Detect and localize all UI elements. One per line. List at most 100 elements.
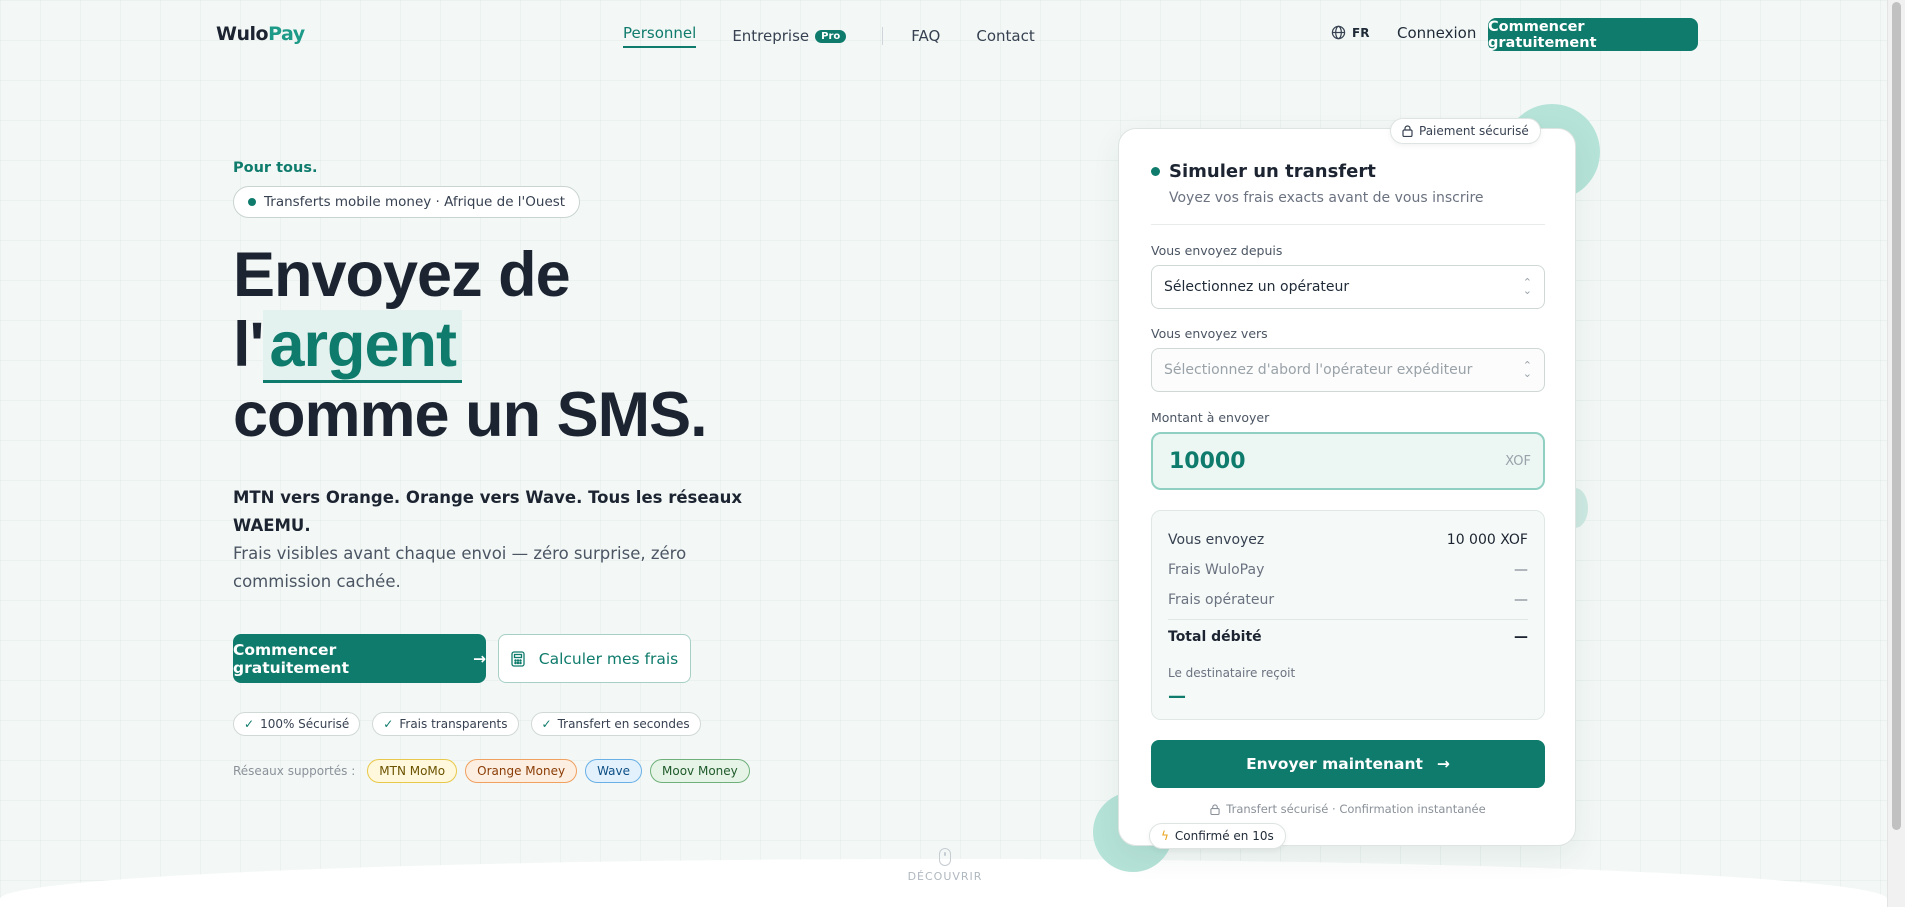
nav-faq[interactable]: FAQ [911, 27, 940, 45]
chevron-up-down-icon: ⌃ ⌄ [1522, 276, 1532, 297]
divider [1151, 224, 1545, 225]
lock-icon [1402, 125, 1413, 137]
network-mtn: MTN MoMo [367, 759, 458, 783]
simulator-footer-text: Transfert sécurisé · Confirmation instan… [1226, 802, 1486, 816]
currency-label: XOF [1505, 453, 1531, 469]
trust-chip: ✓ Transfert en secondes [530, 712, 701, 736]
nav-entreprise-label: Entreprise [732, 27, 810, 45]
recipient-receives-value: — [1168, 686, 1186, 707]
arrow-right-icon: → [1436, 755, 1450, 773]
scrollbar-thumb[interactable] [1892, 2, 1901, 830]
confirmed-badge-label: Confirmé en 10s [1174, 829, 1274, 843]
amount-input[interactable]: 10000 XOF [1151, 432, 1545, 490]
title-dot [1151, 167, 1160, 176]
main-nav: Personnel Entreprise Pro FAQ Contact [623, 24, 1071, 48]
calculate-fees-button[interactable]: Calculer mes frais [498, 634, 691, 683]
network-wave: Wave [585, 759, 643, 783]
from-operator-label: Vous envoyez depuis [1151, 243, 1283, 258]
secure-payment-badge: Paiement sécurisé [1390, 118, 1541, 144]
hero-title-highlight: argent [263, 310, 463, 383]
start-free-button[interactable]: Commencer gratuitement → [233, 634, 486, 683]
mouse-icon [939, 848, 951, 866]
hero-tag: Transferts mobile money · Afrique de l'O… [233, 186, 581, 218]
language-switcher[interactable]: FR [1331, 25, 1369, 40]
from-operator-select[interactable]: Sélectionnez un opérateur ⌃ ⌄ [1151, 265, 1545, 309]
hero-tag-text: Transferts mobile money · Afrique de l'O… [264, 194, 566, 210]
hero-lead-strong: MTN vers Orange. Orange vers Wave. Tous … [233, 488, 743, 535]
simulator-title-text: Simuler un transfert [1169, 161, 1376, 182]
chevron-up-down-icon: ⌃ ⌄ [1522, 359, 1532, 380]
network-moov: Moov Money [650, 759, 750, 783]
nav-entreprise[interactable]: Entreprise Pro [732, 27, 847, 45]
logo[interactable]: WuloPay [216, 23, 305, 45]
page-scrollbar[interactable] [1887, 0, 1905, 907]
summary-total-value: — [1514, 629, 1528, 645]
trust-chip-label: 100% Sécurisé [260, 717, 350, 731]
discover-scroll-hint[interactable]: DÉCOUVRIR [900, 848, 990, 883]
lock-icon [1210, 803, 1220, 815]
hero-title-prefix: l' [233, 310, 265, 380]
summary-operator-fee-value: — [1514, 592, 1528, 608]
summary-operator-fee-label: Frais opérateur [1168, 592, 1275, 608]
amount-value: 10000 [1169, 448, 1246, 474]
send-now-label: Envoyer maintenant [1246, 755, 1423, 773]
amount-label: Montant à envoyer [1151, 410, 1270, 425]
simulator-footer: Transfert sécurisé · Confirmation instan… [1151, 802, 1545, 816]
lightning-icon: ϟ [1161, 829, 1169, 843]
simulator-title: Simuler un transfert [1151, 161, 1545, 182]
calculate-fees-label: Calculer mes frais [538, 649, 679, 668]
summary-total-label: Total débité [1168, 629, 1262, 645]
network-orange: Orange Money [465, 759, 578, 783]
summary-send-row: Vous envoyez 10 000 XOF [1168, 525, 1528, 555]
check-icon: ✓ [244, 717, 255, 731]
trust-chip: ✓ Frais transparents [372, 712, 519, 736]
simulator-subtitle: Voyez vos frais exacts avant de vous ins… [1169, 190, 1484, 206]
summary-send-value: 10 000 XOF [1446, 532, 1528, 548]
summary-wulopay-fee-row: Frais WuloPay — [1168, 555, 1528, 585]
check-icon: ✓ [383, 717, 394, 731]
summary-send-label: Vous envoyez [1168, 532, 1265, 548]
start-free-label: Commencer gratuitement [233, 640, 349, 677]
tag-dot [248, 198, 256, 206]
hero-lead-text: Frais visibles avant chaque envoi — zéro… [233, 544, 687, 591]
hero-cta-row: Commencer gratuitement → Calculer mes fr… [233, 634, 793, 683]
summary-operator-fee-row: Frais opérateur — [1168, 585, 1528, 615]
hero-eyebrow: Pour tous. [233, 160, 318, 176]
recipient-receives-label: Le destinataire reçoit [1168, 666, 1296, 680]
trust-chip: ✓ 100% Sécurisé [233, 712, 361, 736]
trust-chip-label: Frais transparents [399, 717, 508, 731]
confirmed-badge: ϟ Confirmé en 10s [1149, 823, 1286, 849]
summary-total-row: Total débité — [1168, 622, 1528, 652]
secure-payment-label: Paiement sécurisé [1419, 124, 1529, 138]
trust-chip-label: Transfert en secondes [557, 717, 690, 731]
globe-icon [1331, 25, 1346, 40]
summary-wulopay-fee-value: — [1514, 562, 1528, 578]
fee-summary: Vous envoyez 10 000 XOF Frais WuloPay — … [1151, 510, 1545, 720]
language-label: FR [1352, 25, 1370, 40]
pro-badge: Pro [815, 30, 847, 43]
login-link[interactable]: Connexion [1397, 24, 1476, 42]
hero-title-line3: comme un SMS. [233, 380, 708, 450]
hero-title: Envoyez de l'argent comme un SMS. [233, 240, 793, 450]
send-now-button[interactable]: Envoyer maintenant → [1151, 740, 1545, 788]
check-icon: ✓ [541, 717, 552, 731]
nav-personnel[interactable]: Personnel [623, 24, 697, 48]
to-operator-placeholder: Sélectionnez d'abord l'opérateur expédit… [1164, 362, 1473, 378]
to-operator-label: Vous envoyez vers [1151, 326, 1268, 341]
site-header: WuloPay Personnel Entreprise Pro FAQ Cont… [0, 0, 1887, 68]
trust-row: ✓ 100% Sécurisé ✓ Frais transparents ✓ Tran… [233, 712, 793, 736]
transfer-simulator-card: Simuler un transfert Voyez vos frais exa… [1118, 128, 1576, 846]
discover-label: DÉCOUVRIR [907, 870, 983, 883]
summary-wulopay-fee-label: Frais WuloPay [1168, 562, 1265, 578]
hero-title-line1: Envoyez de [233, 240, 571, 310]
networks-label: Réseaux supportés : [233, 764, 356, 778]
supported-networks: Réseaux supportés : MTN MoMo Orange Mone… [233, 759, 793, 783]
header-cta-button[interactable]: Commencer gratuitement [1488, 18, 1698, 51]
divider [1168, 619, 1528, 620]
from-operator-value: Sélectionnez un opérateur [1164, 279, 1350, 295]
to-operator-select[interactable]: Sélectionnez d'abord l'opérateur expédit… [1151, 348, 1545, 392]
calculator-icon [511, 650, 525, 667]
nav-separator [882, 27, 884, 45]
nav-contact[interactable]: Contact [976, 27, 1034, 45]
hero-lead: MTN vers Orange. Orange vers Wave. Tous … [233, 484, 773, 596]
